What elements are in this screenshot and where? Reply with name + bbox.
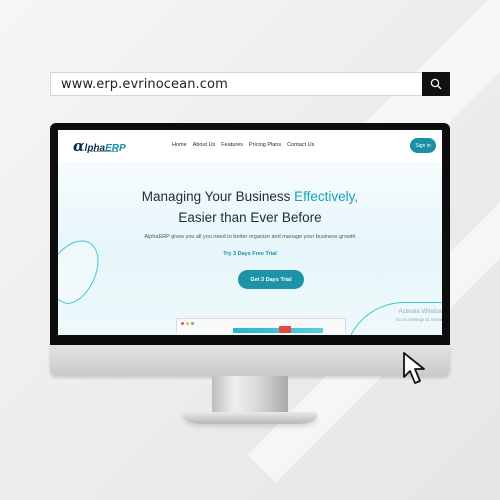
get-trial-button[interactable]: Get 3 Days Trial xyxy=(238,270,304,289)
search-icon xyxy=(430,78,442,90)
window-dot-yellow xyxy=(186,322,189,325)
monitor-screen: α lpha ERP Home About Us Features Pricing … xyxy=(58,130,442,335)
nav-features[interactable]: Features xyxy=(221,142,243,148)
nav-contact-us[interactable]: Contact Us xyxy=(287,142,314,148)
nav-about-us[interactable]: About Us xyxy=(193,142,216,148)
url-text: www.erp.evrinocean.com xyxy=(61,77,228,92)
search-button[interactable] xyxy=(422,72,450,96)
monitor-chin xyxy=(50,345,450,376)
sign-in-button[interactable]: Sign in xyxy=(410,138,436,153)
nav-links: Home About Us Features Pricing Plans Con… xyxy=(172,142,314,148)
preview-red-tag xyxy=(279,326,291,333)
window-dot-green xyxy=(191,322,194,325)
site-navbar: α lpha ERP Home About Us Features Pricing … xyxy=(58,130,442,162)
preview-accent-bar xyxy=(233,328,323,333)
logo-underline xyxy=(90,151,118,152)
monitor-stand-base xyxy=(183,412,317,424)
dashboard-preview xyxy=(176,318,346,333)
alphaerp-logo[interactable]: α lpha ERP xyxy=(73,137,126,155)
nav-home[interactable]: Home xyxy=(172,142,187,148)
nav-pricing-plans[interactable]: Pricing Plans xyxy=(249,142,281,148)
windows-activation-watermark: Activate Windows Go to Settings to activ… xyxy=(395,309,442,322)
hero-subtitle: AlphaERP gives you all you need to bette… xyxy=(144,234,356,240)
hero-title-line2: Easier than Ever Before xyxy=(178,210,322,225)
decorative-blob xyxy=(58,231,108,311)
mouse-pointer-icon xyxy=(403,352,425,384)
url-search-bar[interactable]: www.erp.evrinocean.com xyxy=(50,72,450,96)
monitor-stand-neck xyxy=(212,376,288,416)
free-trial-link[interactable]: Try 3 Days Free Trial xyxy=(58,251,442,257)
hero-title-line1: Managing Your Business Effectively, xyxy=(141,189,359,204)
window-dot-red xyxy=(181,322,184,325)
